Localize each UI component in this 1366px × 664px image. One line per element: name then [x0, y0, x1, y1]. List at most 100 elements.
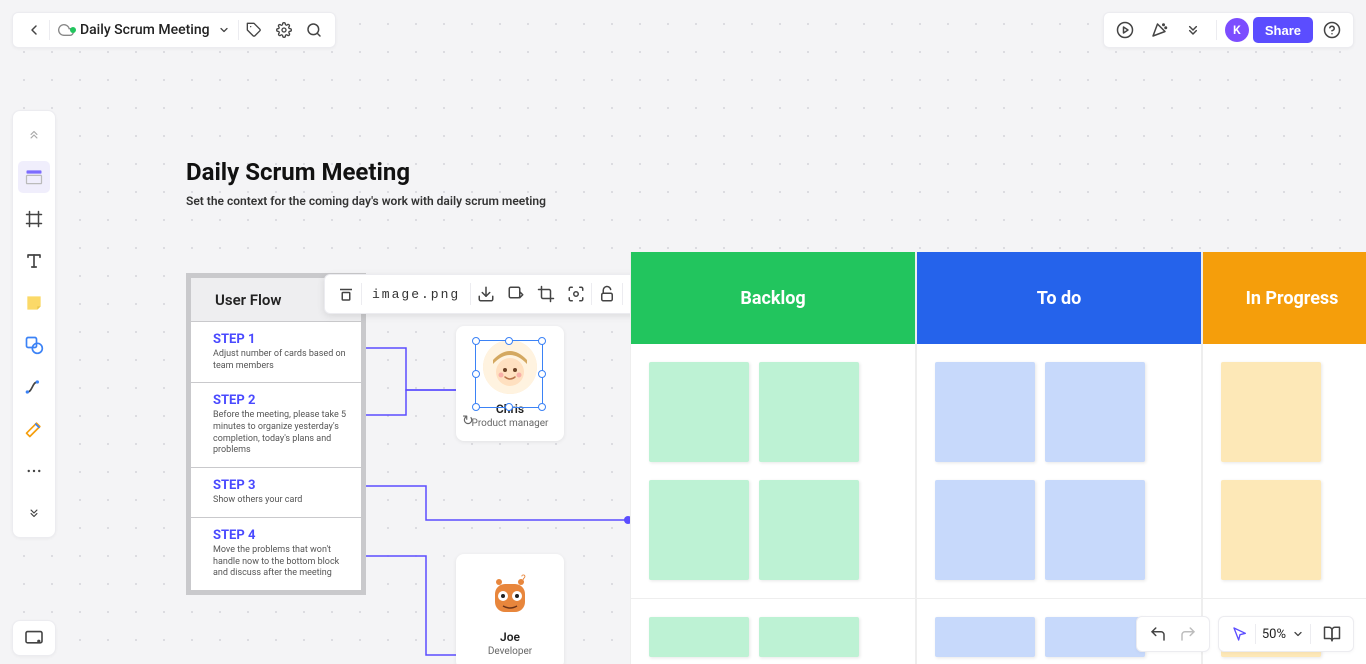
- search-button[interactable]: [299, 15, 329, 45]
- kanban-card[interactable]: [1221, 480, 1321, 580]
- userflow-step[interactable]: STEP 3 Show others your card: [191, 468, 361, 518]
- text-icon: [25, 252, 43, 270]
- back-icon: [26, 22, 42, 38]
- person-avatar[interactable]: ?: [483, 568, 537, 622]
- template-icon: [24, 167, 44, 187]
- kanban-card[interactable]: [649, 362, 749, 462]
- gear-icon: [276, 22, 292, 38]
- search-icon: [306, 22, 322, 38]
- kanban-card[interactable]: [935, 480, 1035, 580]
- settings-button[interactable]: [269, 15, 299, 45]
- template-tool[interactable]: [18, 161, 50, 193]
- kanban-card[interactable]: [935, 362, 1035, 462]
- kanban-column-backlog[interactable]: Backlog: [630, 252, 916, 664]
- connector-icon: [24, 377, 44, 397]
- more-horizontal-icon: [25, 462, 43, 480]
- kanban-card[interactable]: [1045, 362, 1145, 462]
- help-button[interactable]: [1317, 15, 1347, 45]
- zoom-level[interactable]: 50%: [1256, 627, 1292, 642]
- redo-button[interactable]: [1173, 619, 1203, 649]
- present-button[interactable]: [1110, 15, 1140, 45]
- crop-icon: [537, 285, 555, 303]
- step-label: STEP 2: [213, 393, 347, 408]
- person-card-joe[interactable]: ? Joe Developer: [456, 554, 564, 664]
- back-button[interactable]: [19, 15, 49, 45]
- kanban-card[interactable]: [649, 617, 749, 657]
- kanban-card[interactable]: [759, 480, 859, 580]
- replace-image-button[interactable]: [501, 279, 531, 309]
- share-button[interactable]: Share: [1253, 17, 1313, 43]
- confetti-icon: [1150, 21, 1168, 39]
- avatar-initial: K: [1233, 23, 1241, 37]
- collapse-tool[interactable]: [18, 119, 50, 151]
- play-icon: [1116, 21, 1134, 39]
- person-role: Product manager: [466, 418, 554, 429]
- undo-button[interactable]: [1143, 619, 1173, 649]
- download-icon: [477, 285, 495, 303]
- bottom-right-bar: 50%: [1136, 616, 1354, 652]
- kanban-header: Backlog: [631, 252, 915, 344]
- kanban-card[interactable]: [1045, 480, 1145, 580]
- download-button[interactable]: [471, 279, 501, 309]
- userflow-block[interactable]: User Flow STEP 1 Adjust number of cards …: [186, 273, 366, 595]
- text-tool[interactable]: [18, 245, 50, 277]
- reactions-button[interactable]: [1144, 15, 1174, 45]
- document-title-section[interactable]: Daily Scrum Meeting: [50, 13, 238, 47]
- more-menu-button[interactable]: [1178, 15, 1208, 45]
- shape-tool[interactable]: [18, 329, 50, 361]
- chevron-down-icon[interactable]: [1292, 628, 1304, 640]
- kanban-column-inprogress[interactable]: In Progress: [1202, 252, 1366, 664]
- chevrons-up-icon: [27, 128, 41, 142]
- canvas-subtitle[interactable]: Set the context for the coming day's wor…: [186, 194, 546, 208]
- book-icon: [1323, 625, 1341, 643]
- expand-tool[interactable]: [18, 497, 50, 529]
- lock-button[interactable]: [592, 279, 622, 309]
- pen-icon: [24, 419, 44, 439]
- outline-button[interactable]: [1317, 619, 1347, 649]
- kanban-card[interactable]: [759, 617, 859, 657]
- user-avatar[interactable]: K: [1225, 18, 1249, 42]
- tag-icon: [246, 22, 262, 38]
- kanban-board[interactable]: Backlog To do: [630, 252, 1366, 664]
- person-avatar[interactable]: [483, 340, 537, 394]
- pointer-icon: [1232, 626, 1248, 642]
- userflow-step[interactable]: STEP 4 Move the problems that won't hand…: [191, 518, 361, 590]
- chevrons-down-icon: [27, 506, 41, 520]
- context-filename: image.png: [362, 287, 470, 302]
- frame-icon: [25, 210, 43, 228]
- kanban-column-todo[interactable]: To do: [916, 252, 1202, 664]
- more-tools[interactable]: [18, 455, 50, 487]
- userflow-step[interactable]: STEP 1 Adjust number of cards based on t…: [191, 322, 361, 383]
- tag-button[interactable]: [239, 15, 269, 45]
- frame-tool[interactable]: [18, 203, 50, 235]
- kanban-card[interactable]: [1045, 617, 1145, 657]
- connector-tool[interactable]: [18, 371, 50, 403]
- kanban-card[interactable]: [759, 362, 859, 462]
- pointer-mode-button[interactable]: [1225, 619, 1255, 649]
- minimap-button[interactable]: [12, 620, 56, 656]
- topbar-right: K Share: [1103, 12, 1354, 48]
- view-group: 50%: [1218, 616, 1354, 652]
- kanban-card[interactable]: [1221, 362, 1321, 462]
- crop-button[interactable]: [531, 279, 561, 309]
- tool-sidebar: [12, 110, 56, 538]
- unlock-icon: [598, 285, 616, 303]
- focus-icon: [567, 285, 585, 303]
- topbar-left: Daily Scrum Meeting: [12, 12, 336, 48]
- person-card-chris[interactable]: Chris Product manager: [456, 326, 564, 441]
- pen-tool[interactable]: [18, 413, 50, 445]
- step-label: STEP 4: [213, 528, 347, 543]
- kanban-card[interactable]: [649, 480, 749, 580]
- focus-button[interactable]: [561, 279, 591, 309]
- userflow-step[interactable]: STEP 2 Before the meeting, please take 5…: [191, 383, 361, 468]
- kanban-header: In Progress: [1203, 252, 1366, 344]
- image-swap-icon: [507, 285, 525, 303]
- kanban-card[interactable]: [935, 617, 1035, 657]
- redo-icon: [1179, 625, 1197, 643]
- sticky-note-icon: [24, 293, 44, 313]
- step-desc: Move the problems that won't handle now …: [213, 545, 347, 580]
- align-button[interactable]: [331, 279, 361, 309]
- canvas-title[interactable]: Daily Scrum Meeting: [186, 158, 410, 186]
- document-title: Daily Scrum Meeting: [80, 22, 210, 38]
- sticky-note-tool[interactable]: [18, 287, 50, 319]
